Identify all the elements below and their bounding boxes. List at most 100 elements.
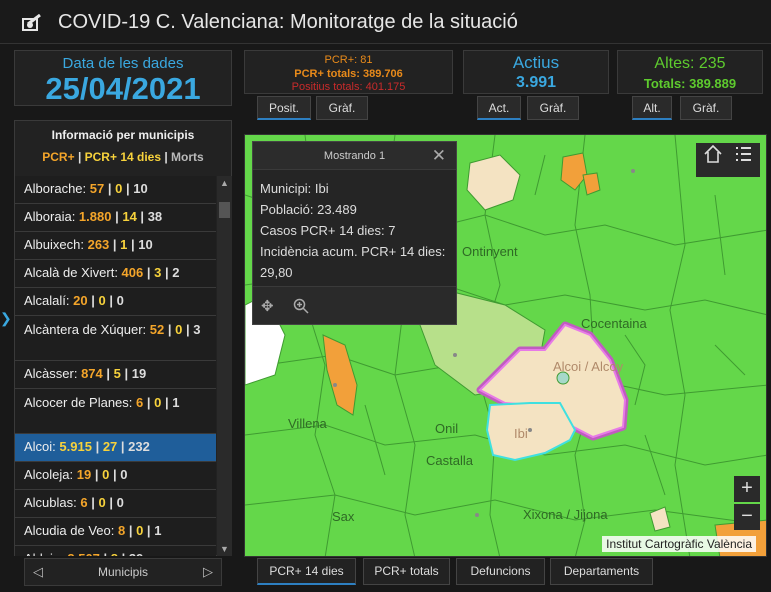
- muni-name: Alcàntera de Xúquer:: [24, 322, 150, 337]
- tab-act-graf[interactable]: Gràf.: [527, 96, 579, 120]
- place-label: Onil: [435, 421, 459, 436]
- list-item[interactable]: Alborache: 57 | 0 | 10: [15, 176, 216, 204]
- app-root: COVID-19 C. Valenciana: Monitoratge de l…: [0, 0, 771, 592]
- tab-alt-graf[interactable]: Gràf.: [680, 96, 732, 120]
- muni-pcr14: 0: [98, 495, 106, 510]
- list-scrollbar[interactable]: ▲ ▼: [217, 176, 232, 556]
- home-icon[interactable]: [702, 143, 724, 165]
- popup-line-incidencia: Incidència acum. PCR+ 14 dies: 29,80: [260, 244, 446, 280]
- tab-act[interactable]: Act.: [477, 96, 521, 120]
- muni-morts: 39: [129, 551, 143, 556]
- move-icon[interactable]: ✥: [261, 297, 274, 315]
- muni-morts: 0: [116, 495, 124, 510]
- muni-morts: 1: [172, 395, 180, 410]
- list-item[interactable]: Alcàsser: 874 | 5 | 19: [15, 361, 216, 389]
- muni-sep: |: [127, 237, 139, 252]
- muni-sep: |: [117, 439, 129, 454]
- place-label: Xixona / Jijona: [523, 507, 608, 522]
- muni-sep: |: [87, 495, 99, 510]
- list-item[interactable]: Alcoleja: 19 | 0 | 0: [15, 462, 216, 490]
- muni-sep: |: [109, 237, 121, 252]
- scroll-thumb[interactable]: [219, 202, 230, 218]
- list-item[interactable]: Alcàntera de Xúquer: 52 | 0 | 3: [15, 316, 216, 361]
- muni-pcr: 5.915: [59, 439, 92, 454]
- tab-alt[interactable]: Alt.: [632, 96, 672, 120]
- list-item[interactable]: Alcalalí: 20 | 0 | 0: [15, 288, 216, 316]
- municipality-list: Alborache: 57 | 0 | 10 Alboraia: 1.880 | …: [15, 176, 216, 556]
- virus-logo-icon: [22, 14, 41, 31]
- place-label: Castalla: [426, 453, 473, 468]
- scroll-up-icon[interactable]: ▲: [220, 178, 229, 188]
- actius-panel: Actius 3.991: [463, 50, 609, 94]
- muni-pcr: 2.507: [67, 551, 100, 556]
- list-item[interactable]: Alcocer de Planes: 6 | 0 | 1: [15, 389, 216, 434]
- muni-sep: |: [104, 181, 116, 196]
- tab-pcr14[interactable]: PCR+ 14 dies: [257, 558, 356, 585]
- place-label: Alcoi / Alcoy: [553, 359, 624, 374]
- muni-sep: |: [161, 395, 173, 410]
- list-item[interactable]: Alcalà de Xivert: 406 | 3 | 2: [15, 260, 216, 288]
- list-heading: Informació per municipis: [51, 128, 195, 142]
- muni-name: Alcàsser:: [24, 366, 82, 381]
- date-value: 25/04/2021: [45, 71, 201, 106]
- muni-pcr14: 5: [113, 366, 121, 381]
- tab-defuncions[interactable]: Defuncions: [456, 558, 545, 585]
- muni-name: Alcalalí:: [24, 293, 74, 308]
- scroll-down-icon[interactable]: ▼: [220, 544, 229, 554]
- muni-morts: 10: [138, 237, 153, 252]
- popup-title: Mostrando 1: [323, 150, 386, 162]
- tab-departaments[interactable]: Departaments: [550, 558, 653, 585]
- muni-morts: 0: [120, 467, 128, 482]
- tab-pcr-graf[interactable]: Gràf.: [316, 96, 368, 120]
- muni-pcr: 1.880: [78, 209, 112, 224]
- muni-pcr14: 0: [98, 293, 106, 308]
- legend-sep: |: [161, 150, 172, 164]
- muni-morts: 2: [172, 265, 180, 280]
- close-icon[interactable]: ✕: [432, 146, 446, 166]
- altes-value: Totals: 389.889: [643, 76, 737, 91]
- muni-sep: |: [87, 293, 99, 308]
- next-page-icon[interactable]: ▷: [203, 564, 213, 580]
- muni-name: Alboraia:: [24, 209, 79, 224]
- zoom-out-button[interactable]: −: [734, 504, 760, 530]
- muni-sep: |: [143, 523, 155, 538]
- muni-name: Albuixech:: [24, 237, 88, 252]
- muni-name: Alcoi:: [24, 439, 60, 454]
- zoom-in-button[interactable]: +: [734, 476, 760, 502]
- list-item[interactable]: Alcudia de Veo: 8 | 0 | 1: [15, 518, 216, 546]
- page-title: COVID-19 C. Valenciana: Monitoratge de l…: [58, 11, 518, 33]
- tab-posit[interactable]: Posit.: [257, 96, 311, 120]
- map-toolbar: [696, 143, 760, 177]
- muni-name: Alborache:: [24, 181, 90, 196]
- popup-line-municipi: Municipi: Ibi: [260, 181, 329, 196]
- pcr-total: PCR+ totals: 389.706: [294, 68, 403, 80]
- place-label: Sax: [332, 509, 355, 524]
- legend-pcr: PCR+: [42, 150, 75, 164]
- muni-pcr14: 8: [111, 551, 118, 556]
- muni-sep: |: [91, 439, 103, 454]
- muni-pcr: 406: [121, 265, 144, 280]
- pager-label: Municipis: [97, 565, 148, 579]
- tab-pcr-totals[interactable]: PCR+ totals: [363, 558, 450, 585]
- legend-sep: |: [74, 150, 85, 164]
- list-legend: PCR+ | PCR+ 14 dies | Morts: [15, 150, 231, 164]
- muni-sep: |: [100, 551, 111, 556]
- title-bar: COVID-19 C. Valenciana: Monitoratge de l…: [0, 0, 771, 44]
- list-item[interactable]: Alcublas: 6 | 0 | 0: [15, 490, 216, 518]
- muni-sep: |: [118, 551, 129, 556]
- list-item[interactable]: Alboraia: 1.880 | 14 | 38: [15, 204, 216, 232]
- muni-sep: |: [91, 467, 103, 482]
- list-item[interactable]: Aldaia: 2.507 | 8 | 39: [15, 546, 216, 556]
- list-item[interactable]: Albuixech: 263 | 1 | 10: [15, 232, 216, 260]
- muni-pcr: 52: [149, 322, 165, 337]
- muni-morts: 10: [133, 181, 148, 196]
- muni-pcr: 874: [81, 366, 103, 381]
- zoom-to-icon[interactable]: [293, 298, 309, 314]
- muni-name: Alcoleja:: [24, 467, 77, 482]
- collapse-chevron-icon[interactable]: ❯: [0, 310, 12, 327]
- muni-sep: |: [105, 495, 117, 510]
- list-item[interactable]: Alcoi: 5.915 | 27 | 232: [15, 434, 216, 462]
- muni-morts: 38: [147, 209, 163, 224]
- muni-pcr14: 14: [122, 209, 137, 224]
- legend-list-icon[interactable]: [732, 143, 754, 165]
